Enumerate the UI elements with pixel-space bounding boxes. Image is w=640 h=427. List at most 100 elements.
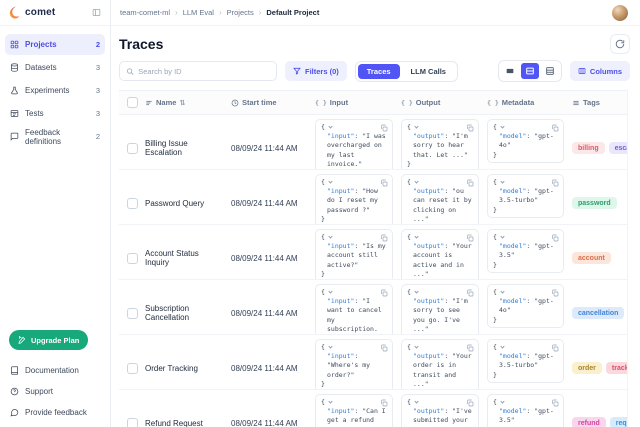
column-header-output[interactable]: { } Output bbox=[401, 91, 487, 114]
table-row[interactable]: Account Status Inquiry 08/09/24 11:44 AM… bbox=[119, 225, 640, 280]
tab-llm-calls[interactable]: LLM Calls bbox=[402, 64, 455, 79]
copy-icon[interactable] bbox=[380, 179, 388, 187]
chevron-down-icon[interactable] bbox=[328, 289, 332, 293]
columns-button[interactable]: Columns bbox=[570, 61, 630, 81]
tag-pill[interactable]: billing bbox=[572, 142, 605, 154]
metadata-json-cell[interactable]: { "model": "gpt-3.5-turbo" } bbox=[487, 339, 564, 383]
output-json-cell[interactable]: { "output": "I'm sorry to hear that. Let… bbox=[401, 119, 479, 170]
chevron-down-icon[interactable] bbox=[328, 399, 332, 403]
sidebar-item-support[interactable]: Support bbox=[5, 381, 105, 402]
output-json-cell[interactable]: { "output": "ou can reset it by clicking… bbox=[401, 174, 479, 225]
breadcrumb-workspace[interactable]: team-comet-ml bbox=[120, 8, 170, 17]
comet-logo[interactable]: comet bbox=[9, 6, 55, 19]
column-header-name[interactable]: Name ⇅ bbox=[145, 91, 231, 114]
row-height-large-button[interactable] bbox=[541, 63, 559, 79]
column-header-metadata[interactable]: { } Metadata bbox=[487, 91, 572, 114]
tag-pill[interactable]: password bbox=[572, 197, 617, 209]
row-checkbox[interactable] bbox=[127, 363, 138, 374]
tag-pill[interactable]: order bbox=[572, 362, 602, 374]
chevron-down-icon[interactable] bbox=[414, 124, 418, 128]
chevron-down-icon[interactable] bbox=[414, 179, 418, 183]
input-json-cell[interactable]: { "input": "Where's my order?" } bbox=[315, 339, 393, 390]
chevron-down-icon[interactable] bbox=[328, 124, 332, 128]
row-checkbox[interactable] bbox=[127, 253, 138, 264]
sidebar-item-feedback-definitions[interactable]: Feedback definitions 2 bbox=[5, 126, 105, 147]
column-header-tags[interactable]: Tags bbox=[572, 91, 640, 114]
sidebar-item-tests[interactable]: Tests 3 bbox=[5, 103, 105, 124]
tag-pill[interactable]: account bbox=[572, 252, 611, 264]
row-height-medium-button[interactable] bbox=[521, 63, 539, 79]
sidebar-item-datasets[interactable]: Datasets 3 bbox=[5, 57, 105, 78]
search-input[interactable] bbox=[138, 67, 270, 76]
chevron-down-icon[interactable] bbox=[328, 344, 332, 348]
chevron-down-icon[interactable] bbox=[500, 344, 504, 348]
chevron-down-icon[interactable] bbox=[414, 344, 418, 348]
input-json-cell[interactable]: { "input": "I was overcharged on my last… bbox=[315, 119, 393, 170]
sort-icon[interactable]: ⇅ bbox=[179, 99, 185, 107]
input-json-cell[interactable]: { "input": "Is my account still active?"… bbox=[315, 229, 393, 280]
copy-icon[interactable] bbox=[380, 234, 388, 242]
upgrade-plan-button[interactable]: Upgrade Plan bbox=[9, 330, 88, 350]
copy-icon[interactable] bbox=[466, 344, 474, 352]
metadata-json-cell[interactable]: { "model": "gpt-4o" } bbox=[487, 119, 564, 163]
row-checkbox[interactable] bbox=[127, 308, 138, 319]
sidebar-item-experiments[interactable]: Experiments 3 bbox=[5, 80, 105, 101]
sidebar-item-projects[interactable]: Projects 2 bbox=[5, 34, 105, 55]
output-json-cell[interactable]: { "output": "I'm sorry to see you go. I'… bbox=[401, 284, 479, 335]
breadcrumb-projects[interactable]: Projects bbox=[227, 8, 254, 17]
table-row[interactable]: Subscription Cancellation 08/09/24 11:44… bbox=[119, 280, 640, 335]
chevron-down-icon[interactable] bbox=[328, 234, 332, 238]
tag-pill[interactable]: refund bbox=[572, 417, 606, 427]
copy-icon[interactable] bbox=[466, 234, 474, 242]
tag-pill[interactable]: escalation bbox=[609, 142, 640, 154]
column-header-start-time[interactable]: Start time bbox=[231, 91, 315, 114]
copy-icon[interactable] bbox=[380, 344, 388, 352]
row-checkbox[interactable] bbox=[127, 418, 138, 427]
input-json-cell[interactable]: { "input": "Can I get a refund for my la… bbox=[315, 394, 393, 427]
metadata-json-cell[interactable]: { "model": "gpt-4o" } bbox=[487, 284, 564, 328]
refresh-button[interactable] bbox=[610, 34, 630, 54]
chevron-down-icon[interactable] bbox=[414, 234, 418, 238]
user-avatar[interactable] bbox=[612, 5, 628, 21]
tab-traces[interactable]: Traces bbox=[358, 64, 400, 79]
sidebar-item-provide-feedback[interactable]: Provide feedback bbox=[5, 402, 105, 423]
chevron-down-icon[interactable] bbox=[328, 179, 332, 183]
input-json-cell[interactable]: { "input": "How do I reset my password ?… bbox=[315, 174, 393, 225]
table-row[interactable]: Refund Request 08/09/24 11:44 AM { "inpu… bbox=[119, 390, 640, 427]
tag-pill[interactable]: cancellation bbox=[572, 307, 624, 319]
copy-icon[interactable] bbox=[466, 399, 474, 407]
chevron-down-icon[interactable] bbox=[500, 234, 504, 238]
copy-icon[interactable] bbox=[466, 179, 474, 187]
metadata-json-cell[interactable]: { "model": "gpt-3.5" } bbox=[487, 229, 564, 273]
copy-icon[interactable] bbox=[466, 124, 474, 132]
breadcrumb-llm-eval[interactable]: LLM Eval bbox=[183, 8, 214, 17]
chevron-down-icon[interactable] bbox=[500, 399, 504, 403]
row-height-small-button[interactable] bbox=[501, 63, 519, 79]
tag-pill[interactable]: tracking bbox=[606, 362, 640, 374]
copy-icon[interactable] bbox=[380, 399, 388, 407]
output-json-cell[interactable]: { "output": "Your order is in transit an… bbox=[401, 339, 479, 390]
filters-button[interactable]: Filters (0) bbox=[285, 61, 347, 81]
copy-icon[interactable] bbox=[551, 179, 559, 187]
copy-icon[interactable] bbox=[551, 289, 559, 297]
copy-icon[interactable] bbox=[551, 124, 559, 132]
output-json-cell[interactable]: { "output": "Your account is active and … bbox=[401, 229, 479, 280]
column-header-input[interactable]: { } Input bbox=[315, 91, 401, 114]
table-row[interactable]: Order Tracking 08/09/24 11:44 AM { "inpu… bbox=[119, 335, 640, 390]
chevron-down-icon[interactable] bbox=[500, 179, 504, 183]
copy-icon[interactable] bbox=[380, 124, 388, 132]
copy-icon[interactable] bbox=[551, 399, 559, 407]
row-checkbox[interactable] bbox=[127, 198, 138, 209]
row-checkbox[interactable] bbox=[127, 143, 138, 154]
metadata-json-cell[interactable]: { "model": "gpt-3.5-turbo" } bbox=[487, 174, 564, 218]
tag-pill[interactable]: request bbox=[610, 417, 640, 427]
chevron-down-icon[interactable] bbox=[414, 289, 418, 293]
chevron-down-icon[interactable] bbox=[500, 289, 504, 293]
copy-icon[interactable] bbox=[551, 344, 559, 352]
copy-icon[interactable] bbox=[380, 289, 388, 297]
sidebar-item-documentation[interactable]: Documentation bbox=[5, 360, 105, 381]
copy-icon[interactable] bbox=[551, 234, 559, 242]
table-row[interactable]: Billing Issue Escalation 08/09/24 11:44 … bbox=[119, 115, 640, 170]
copy-icon[interactable] bbox=[466, 289, 474, 297]
output-json-cell[interactable]: { "output": "I've submitted your refund … bbox=[401, 394, 479, 427]
